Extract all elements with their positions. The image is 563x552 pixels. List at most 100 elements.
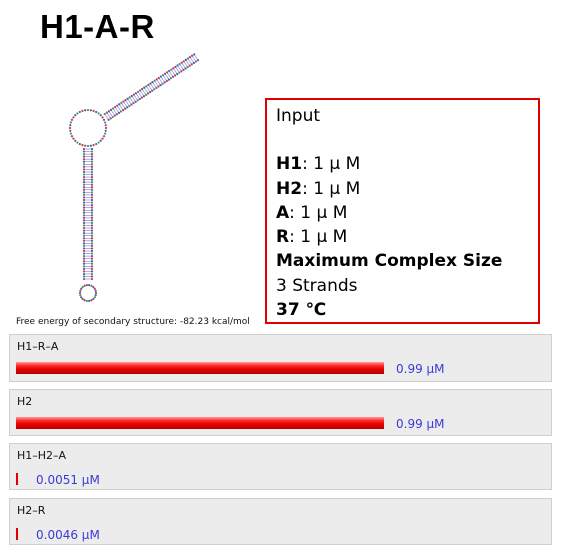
base-dot <box>130 94 133 98</box>
free-energy-text: Free energy of secondary structure: -82.… <box>16 317 250 327</box>
base-dot <box>82 242 86 245</box>
base-dot <box>78 110 81 114</box>
input-heading: Input <box>276 106 321 126</box>
base-dot <box>90 186 94 189</box>
base-dot <box>151 89 154 92</box>
base-dot <box>101 116 104 119</box>
base-dot <box>142 95 146 98</box>
base-dot <box>120 101 123 104</box>
base-dot <box>82 252 86 255</box>
base-dot <box>113 114 116 117</box>
base-dot <box>124 99 127 102</box>
base-dot <box>163 72 167 75</box>
base-dot <box>74 139 77 142</box>
base-dot <box>83 299 86 302</box>
base-dot <box>82 272 86 276</box>
base-dot <box>153 88 156 91</box>
base-dot <box>126 97 129 100</box>
base-dot <box>90 165 94 168</box>
base-dot <box>69 121 72 124</box>
base-dot <box>163 81 166 84</box>
base-dot <box>97 141 100 144</box>
base-dot <box>188 56 192 59</box>
base-dot <box>145 85 148 88</box>
base-dot <box>94 291 98 295</box>
base-dot <box>94 289 97 292</box>
base-dot <box>82 275 86 278</box>
base-dot <box>126 106 129 109</box>
base-dot <box>90 158 94 161</box>
complex-panel: H2–R 0.0046 μM <box>9 498 552 545</box>
base-dot <box>86 144 90 148</box>
base-dot <box>190 63 193 66</box>
base-dot <box>90 178 94 181</box>
base-dot <box>82 196 86 199</box>
base-dot <box>80 296 83 299</box>
base-dot <box>82 267 86 270</box>
base-dot <box>82 186 86 189</box>
base-dot <box>82 265 86 268</box>
base-dot <box>82 221 86 225</box>
concentration-bar-fill <box>16 417 384 429</box>
input-panel: Input H1: 1 μ M H2: 1 μ M A: 1 μ M R: 1 … <box>265 98 540 324</box>
base-dot <box>82 249 86 253</box>
base-dot <box>82 183 86 186</box>
concentration-bar <box>16 417 386 429</box>
base-dot <box>174 74 177 77</box>
max-complex-value: 3 Strands <box>276 275 358 296</box>
max-complex-label: Maximum Complex Size <box>276 251 503 272</box>
concentration-bar-fill <box>16 362 384 374</box>
condition-value: : 1 μ M <box>302 178 361 199</box>
base-dot <box>104 129 107 132</box>
base-dot <box>186 66 189 69</box>
base-dot <box>184 67 187 70</box>
base-dot <box>82 216 86 219</box>
concentration-bar-fill <box>16 473 18 485</box>
base-dot <box>90 196 94 199</box>
base-dot <box>85 283 88 287</box>
base-dot <box>104 126 108 130</box>
condition-a: A: 1 μ M <box>276 201 538 225</box>
base-dot <box>107 110 110 113</box>
complex-panel: H1–R–A 0.99 μM <box>9 334 552 382</box>
base-dot <box>105 111 108 114</box>
base-dot <box>90 255 94 258</box>
complex-name: H1–H2–A <box>17 449 67 462</box>
condition-name: A <box>276 202 290 223</box>
base-dot <box>140 96 143 99</box>
base-dot <box>84 109 87 112</box>
base-dot <box>147 83 150 86</box>
base-dot <box>174 65 177 68</box>
base-dot <box>82 153 86 156</box>
complex-concentration: 0.0051 μM <box>36 473 100 487</box>
condition-value: : 1 μ M <box>302 154 361 175</box>
base-dot <box>82 150 86 153</box>
base-dot <box>122 100 125 103</box>
condition-name: H1 <box>276 154 303 175</box>
base-dot <box>79 294 82 297</box>
base-dot <box>104 132 107 135</box>
base-dot <box>95 110 98 114</box>
base-dot <box>90 183 94 186</box>
base-dot <box>116 104 119 107</box>
base-dot <box>90 224 94 227</box>
base-dot <box>90 214 94 217</box>
base-dot <box>157 85 160 88</box>
base-dot <box>90 265 94 268</box>
base-dot <box>92 285 95 289</box>
base-dot <box>69 124 72 127</box>
base-dot <box>90 284 93 287</box>
base-dot <box>78 142 81 146</box>
base-dot <box>90 229 94 232</box>
base-dot <box>82 168 86 171</box>
base-dot <box>90 244 94 247</box>
base-dot <box>114 105 117 109</box>
base-dot <box>111 107 115 110</box>
base-dot <box>82 257 86 260</box>
base-dot <box>82 170 86 174</box>
base-dot <box>90 270 94 273</box>
base-dot <box>90 163 94 166</box>
base-dot <box>182 68 185 71</box>
condition-value: : 1 μ M <box>289 227 348 248</box>
base-dot <box>82 201 86 204</box>
